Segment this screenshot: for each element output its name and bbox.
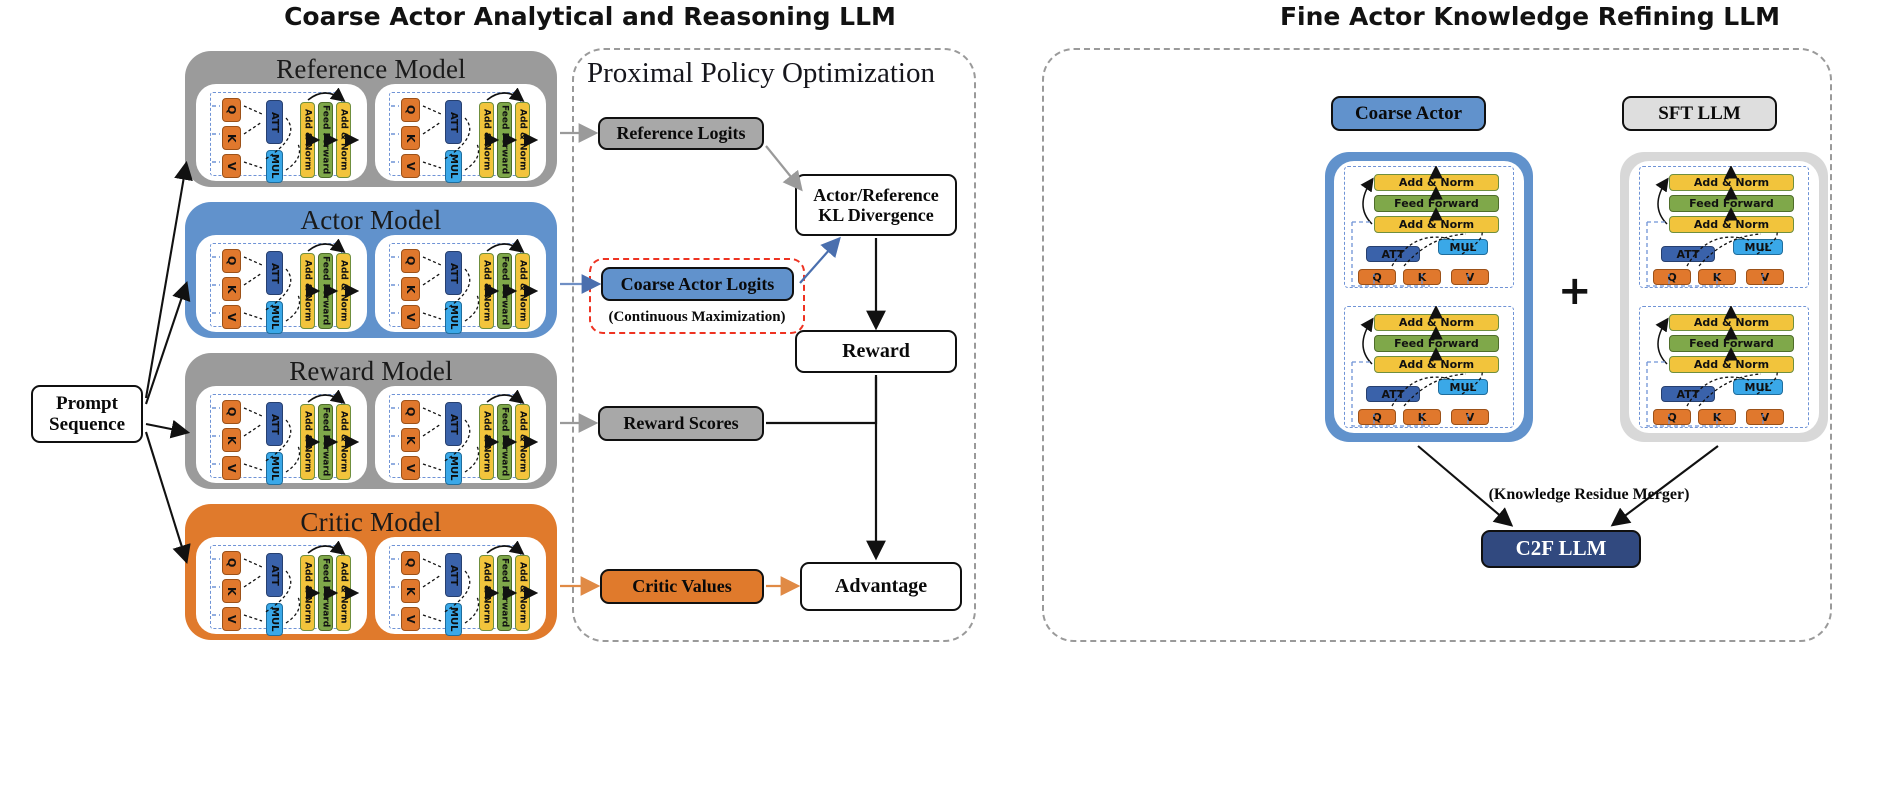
- c2f-llm-label: C2F LLM: [1515, 536, 1607, 561]
- sft-layer1-internal-arrows: [1646, 166, 1778, 287]
- prompt-sequence-node[interactable]: Prompt Sequence: [31, 385, 143, 443]
- critic-values-label: Critic Values: [632, 576, 732, 597]
- reward-label: Reward: [842, 340, 910, 363]
- advantage-node[interactable]: Advantage: [800, 562, 962, 611]
- reward-node[interactable]: Reward: [795, 330, 957, 373]
- coarse-actor-logits-label: Coarse Actor Logits: [620, 273, 775, 294]
- model-label-reference: Reference Model: [276, 54, 466, 84]
- actor-u2-internal-arrows: [391, 239, 539, 322]
- sft-llm-label: SFT LLM: [1658, 102, 1741, 124]
- kl-divergence-line2: KL Divergence: [818, 205, 934, 225]
- coarse-actor-node[interactable]: Coarse Actor: [1331, 96, 1486, 131]
- coarse-actor-logits-node[interactable]: Coarse Actor Logits: [601, 267, 794, 301]
- reference-u2-internal-arrows: [391, 88, 539, 171]
- reference-u1-internal-arrows: [212, 88, 360, 171]
- coarse-actor-label: Coarse Actor: [1354, 102, 1463, 124]
- advantage-label: Advantage: [834, 575, 928, 598]
- model-label-reward: Reward Model: [289, 356, 453, 386]
- reward-scores-label: Reward Scores: [623, 413, 739, 434]
- kl-divergence-node[interactable]: Actor/Reference KL Divergence: [795, 174, 957, 236]
- right-panel-title: Fine Actor Knowledge Refining LLM: [1279, 2, 1781, 31]
- coarse-actor-layer2-internal-arrows: [1351, 306, 1483, 427]
- critic-u2-internal-arrows: [391, 541, 539, 624]
- knowledge-residue-merger-caption: (Knowledge Residue Merger): [1488, 486, 1690, 503]
- sft-layer2-internal-arrows: [1646, 306, 1778, 427]
- left-panel-title: Coarse Actor Analytical and Reasoning LL…: [284, 2, 896, 31]
- critic-u1-internal-arrows: [212, 541, 360, 624]
- reference-logits-node[interactable]: Reference Logits: [598, 117, 764, 150]
- reward-scores-node[interactable]: Reward Scores: [598, 406, 764, 441]
- reward-u2-internal-arrows: [391, 390, 539, 473]
- plus-icon: +: [1558, 268, 1592, 314]
- coarse-actor-layer1-internal-arrows: [1351, 166, 1483, 287]
- model-label-critic: Critic Model: [300, 507, 442, 537]
- ppo-title: Proximal Policy Optimization: [587, 57, 935, 89]
- reward-u1-internal-arrows: [212, 390, 360, 473]
- continuous-maximization-caption: (Continuous Maximization): [608, 309, 786, 325]
- prompt-sequence-label: Prompt Sequence: [49, 392, 125, 435]
- model-label-actor: Actor Model: [300, 205, 442, 235]
- critic-values-node[interactable]: Critic Values: [600, 569, 764, 604]
- c2f-llm-node[interactable]: C2F LLM: [1481, 530, 1641, 568]
- reference-logits-label: Reference Logits: [616, 123, 746, 144]
- kl-divergence-line1: Actor/Reference: [813, 184, 939, 205]
- sft-llm-node[interactable]: SFT LLM: [1622, 96, 1777, 131]
- actor-u1-internal-arrows: [212, 239, 360, 322]
